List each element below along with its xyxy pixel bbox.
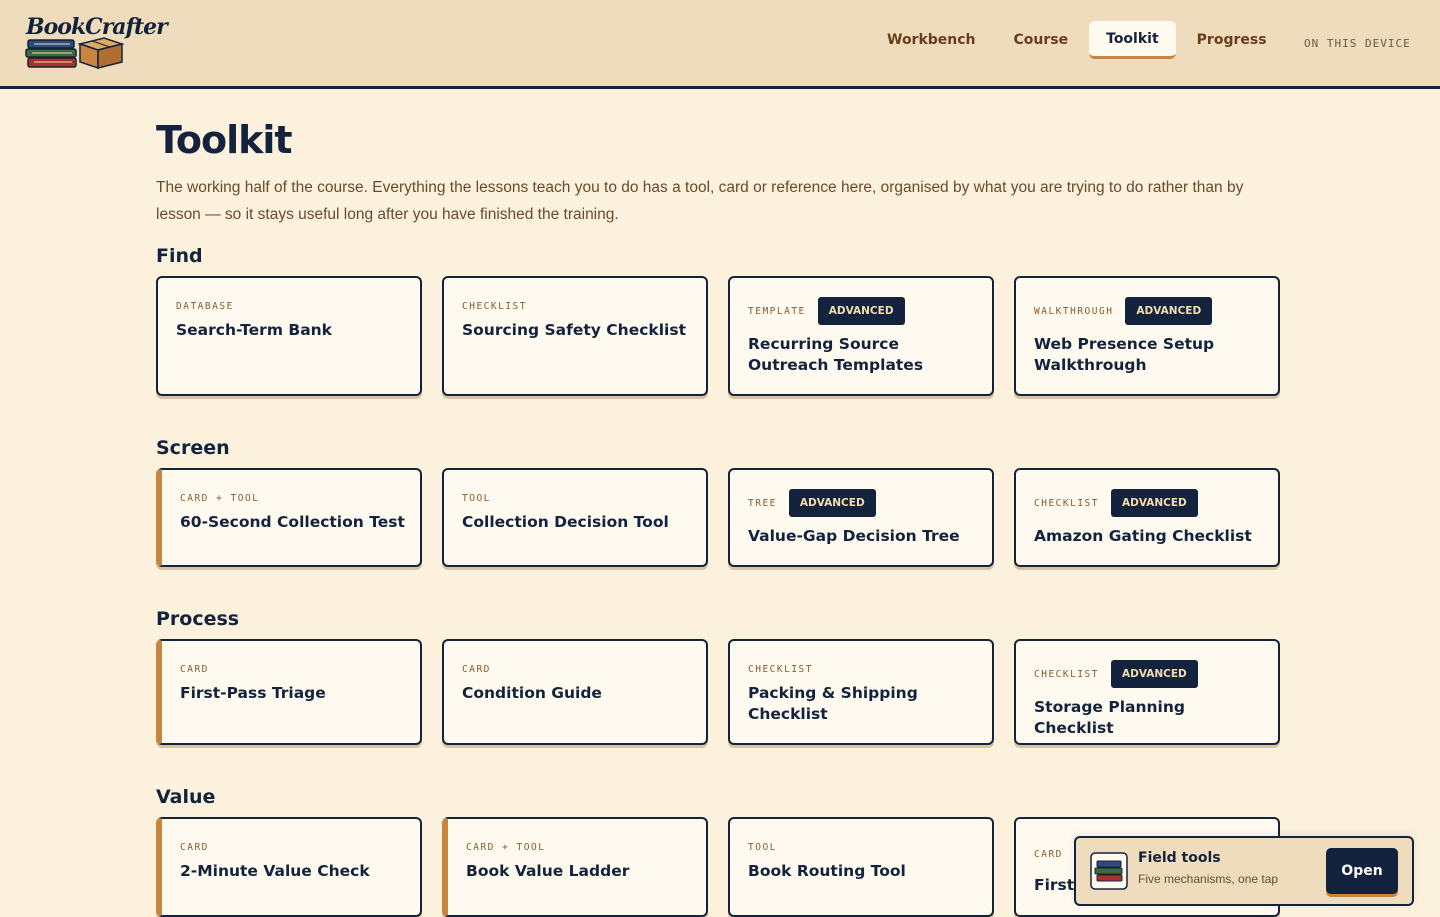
card-kind: CARD [1034, 848, 1063, 860]
card-kind: CARD [180, 663, 209, 675]
tool-card[interactable]: CARD + TOOL Book Value Ladder [442, 817, 708, 917]
card-kind: TOOL [462, 492, 491, 504]
advanced-badge: ADVANCED [1110, 489, 1198, 517]
section-find: DATABASE Search-Term Bank CHECKLIST Sour… [156, 276, 1284, 396]
card-kind: CARD [462, 663, 491, 675]
card-meta: CHECKLIST [748, 661, 813, 677]
advanced-badge: ADVANCED [1125, 297, 1213, 325]
card-title: 2-Minute Value Check [180, 862, 370, 880]
tool-card[interactable]: CARD Condition Guide [442, 639, 708, 745]
brand-logo[interactable]: BookCrafter [24, 14, 168, 72]
card-kind: CHECKLIST [1034, 497, 1099, 509]
card-meta: CHECKLIST ADVANCED [1034, 659, 1198, 689]
page-title: Toolkit [156, 118, 293, 162]
card-title: Condition Guide [462, 684, 602, 702]
section-title-find: Find [156, 245, 203, 267]
advanced-badge: ADVANCED [817, 297, 905, 325]
page-intro: The working half of the course. Everythi… [156, 179, 1244, 223]
tool-card[interactable]: CHECKLIST Sourcing Safety Checklist [442, 276, 708, 396]
card-title: Sourcing Safety Checklist [462, 321, 686, 339]
field-tools-title: Field tools [1138, 850, 1221, 866]
field-tools-subtitle: Five mechanisms, one tap [1138, 872, 1279, 886]
advanced-badge: ADVANCED [788, 489, 876, 517]
tool-card[interactable]: CHECKLIST ADVANCED Amazon Gating Checklis… [1014, 468, 1280, 567]
card-title: Book Routing Tool [748, 862, 906, 880]
card-title: Value-Gap Decision Tree [748, 527, 960, 545]
tool-card[interactable]: DATABASE Search-Term Bank [156, 276, 422, 396]
nav-item-course[interactable]: Course [997, 22, 1086, 58]
card-kind: WALKTHROUGH [1034, 305, 1114, 317]
tool-card[interactable]: CHECKLIST Packing & Shipping Checklist [728, 639, 994, 745]
card-title: Collection Decision Tool [462, 513, 669, 531]
tool-card[interactable]: WALKTHROUGH ADVANCED Web Presence Setup W… [1014, 276, 1280, 396]
card-kind: TREE [748, 497, 777, 509]
card-meta: CARD [1034, 846, 1063, 862]
tool-card[interactable]: TREE ADVANCED Value-Gap Decision Tree [728, 468, 994, 567]
nav-item-progress[interactable]: Progress [1180, 22, 1284, 58]
tool-card[interactable]: TOOL Collection Decision Tool [442, 468, 708, 567]
card-meta: TREE ADVANCED [748, 488, 876, 518]
card-title: 60-Second Collection Test [180, 513, 405, 531]
card-kind: TEMPLATE [748, 305, 806, 317]
card-meta: WALKTHROUGH ADVANCED [1034, 296, 1213, 326]
card-meta: CARD + TOOL [466, 839, 545, 855]
card-kind: CHECKLIST [748, 663, 813, 675]
open-field-tools-button[interactable]: Open [1326, 848, 1398, 894]
card-kind: DATABASE [176, 300, 234, 312]
card-kind: CARD + TOOL [180, 492, 260, 504]
card-title: Amazon Gating Checklist [1034, 527, 1252, 545]
section-title-screen: Screen [156, 437, 230, 459]
card-meta: CARD [462, 661, 491, 677]
card-kind: CHECKLIST [462, 300, 527, 312]
card-title: Packing & Shipping Checklist [748, 684, 918, 723]
card-meta: CHECKLIST [462, 298, 527, 314]
card-meta: CARD [180, 661, 209, 677]
tool-card[interactable]: CARD + TOOL 60-Second Collection Test [156, 468, 422, 567]
device-status: ON THIS DEVICE [1304, 37, 1411, 50]
main-nav: Workbench Course Toolkit Progress [870, 21, 1288, 59]
tool-card[interactable]: CHECKLIST ADVANCED Storage Planning Check… [1014, 639, 1280, 745]
tool-card[interactable]: TEMPLATE ADVANCED Recurring Source Outrea… [728, 276, 994, 396]
card-meta: DATABASE [176, 298, 234, 314]
books-icon [1090, 852, 1128, 890]
card-kind: CARD [180, 841, 209, 853]
card-title: Storage Planning Checklist [1034, 698, 1185, 737]
books-icon [25, 37, 125, 70]
card-title: Recurring Source Outreach Templates [748, 335, 924, 374]
card-kind: CARD + TOOL [466, 841, 546, 853]
section-screen: CARD + TOOL 60-Second Collection Test TO… [156, 468, 1284, 567]
section-title-value: Value [156, 786, 216, 808]
card-title: First-Pass Triage [180, 684, 326, 702]
card-title: Web Presence Setup Walkthrough [1034, 335, 1215, 374]
section-title-process: Process [156, 608, 240, 630]
card-meta: TEMPLATE ADVANCED [748, 296, 905, 326]
card-meta: TOOL [748, 839, 777, 855]
top-bar: BookCrafter Workbench Course Toolkit Pro… [0, 0, 1440, 89]
card-kind: TOOL [748, 841, 777, 853]
tool-card[interactable]: CARD 2-Minute Value Check [156, 817, 422, 917]
nav-item-toolkit[interactable]: Toolkit [1089, 21, 1176, 59]
card-kind: CHECKLIST [1034, 668, 1099, 680]
tool-card[interactable]: CARD First-Pass Triage [156, 639, 422, 745]
tool-card[interactable]: TOOL Book Routing Tool [728, 817, 994, 917]
section-process: CARD First-Pass Triage CARD Condition Gu… [156, 639, 1284, 745]
card-meta: CHECKLIST ADVANCED [1034, 488, 1198, 518]
field-tools-panel: Field tools Five mechanisms, one tap Ope… [1074, 836, 1414, 906]
advanced-badge: ADVANCED [1110, 660, 1198, 688]
card-title: Search-Term Bank [176, 321, 332, 339]
card-meta: CARD + TOOL [180, 490, 259, 506]
card-title: Book Value Ladder [466, 862, 630, 880]
card-meta: CARD [180, 839, 209, 855]
card-meta: TOOL [462, 490, 491, 506]
nav-item-workbench[interactable]: Workbench [870, 22, 993, 58]
